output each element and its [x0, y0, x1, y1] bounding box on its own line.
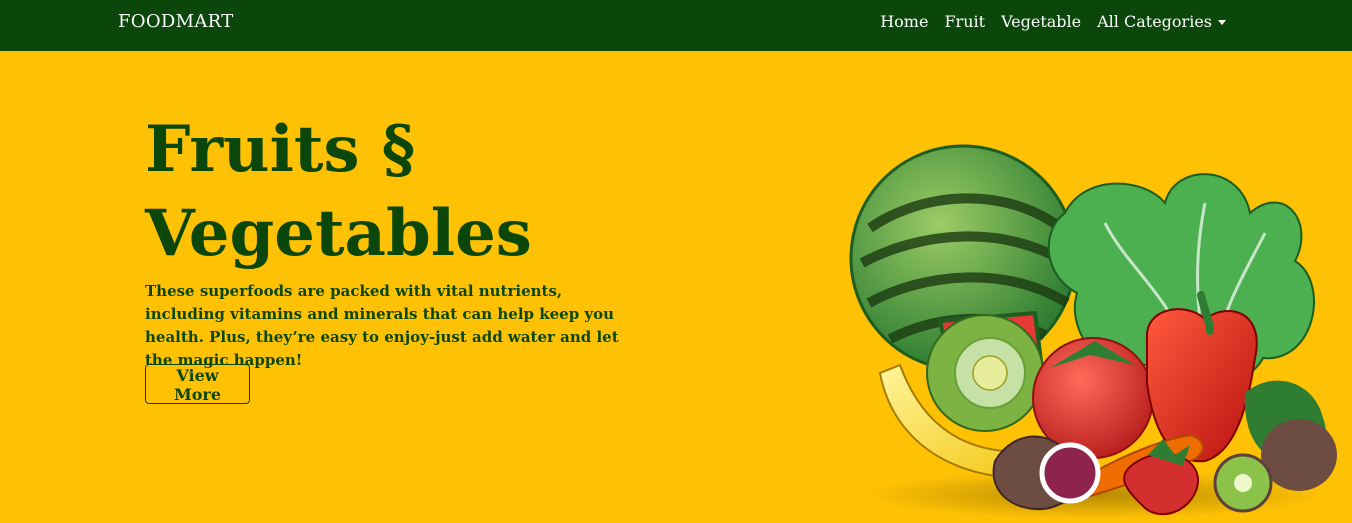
hero-title: Fruits § Vegetables	[145, 108, 532, 276]
hero-section: Fruits § Vegetables These superfoods are…	[0, 51, 1352, 519]
main-nav: Home Fruit Vegetable All Categories	[880, 12, 1226, 31]
brand-logo-link[interactable]: FOODMART	[118, 11, 234, 32]
nav-link-home[interactable]: Home	[880, 12, 928, 31]
view-more-button[interactable]: View More	[145, 364, 250, 404]
nav-dropdown-label: All Categories	[1097, 12, 1212, 31]
hero-title-line-2: Vegetables	[145, 196, 532, 271]
nav-link-vegetable[interactable]: Vegetable	[1001, 12, 1081, 31]
nav-link-fruit[interactable]: Fruit	[944, 12, 985, 31]
nav-dropdown-all-categories[interactable]: All Categories	[1097, 12, 1226, 31]
chevron-down-icon	[1218, 20, 1226, 25]
top-navbar: FOODMART Home Fruit Vegetable All Catego…	[0, 0, 1352, 51]
hero-title-line-1: Fruits §	[145, 112, 416, 187]
fruits-vegetables-illustration	[849, 144, 1337, 519]
hero-description: These superfoods are packed with vital n…	[145, 282, 619, 369]
